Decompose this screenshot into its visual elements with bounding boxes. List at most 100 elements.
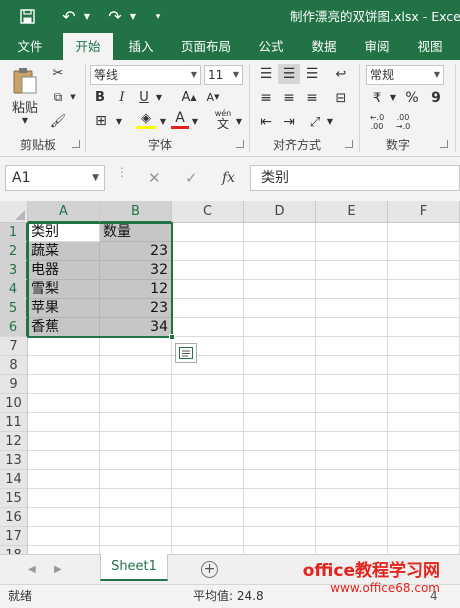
fill-handle[interactable] [169, 334, 175, 340]
decrease-decimal-button[interactable]: .00 →.0 [392, 110, 414, 134]
cell-e13[interactable] [316, 451, 388, 470]
row-header-13[interactable]: 13 [0, 451, 28, 470]
row-header-8[interactable]: 8 [0, 356, 28, 375]
font-launcher-icon[interactable] [236, 140, 244, 148]
cell-d5[interactable] [244, 299, 316, 318]
cell-b18[interactable] [100, 546, 172, 554]
cell-a15[interactable] [28, 489, 100, 508]
enter-icon[interactable]: ✓ [185, 165, 198, 191]
copy-icon[interactable]: ⧉ [48, 88, 68, 106]
cell-a7[interactable] [28, 337, 100, 356]
row-header-3[interactable]: 3 [0, 261, 28, 280]
cell-a14[interactable] [28, 470, 100, 489]
cell-d1[interactable] [244, 223, 316, 242]
cell-c6[interactable] [172, 318, 244, 337]
cell-b4[interactable]: 12 [100, 280, 172, 299]
cell-d13[interactable] [244, 451, 316, 470]
cell-b1[interactable]: 数量 [100, 223, 172, 242]
cell-a2[interactable]: 蔬菜 [28, 242, 100, 261]
cell-e5[interactable] [316, 299, 388, 318]
cell-a8[interactable] [28, 356, 100, 375]
cell-f11[interactable] [388, 413, 460, 432]
alignment-launcher-icon[interactable] [345, 140, 353, 148]
column-header-d[interactable]: D [244, 201, 316, 223]
row-header-6[interactable]: 6 [0, 318, 28, 337]
cell-f6[interactable] [388, 318, 460, 337]
row-header-11[interactable]: 11 [0, 413, 28, 432]
redo-icon[interactable]: ↷ [104, 0, 126, 33]
tab-file[interactable]: 文件 [6, 33, 54, 60]
cell-a10[interactable] [28, 394, 100, 413]
row-header-17[interactable]: 17 [0, 527, 28, 546]
cell-e4[interactable] [316, 280, 388, 299]
cell-e14[interactable] [316, 470, 388, 489]
row-header-16[interactable]: 16 [0, 508, 28, 527]
column-header-a[interactable]: A [28, 201, 100, 223]
accounting-dropdown-icon[interactable]: ▼ [388, 91, 398, 103]
cell-d12[interactable] [244, 432, 316, 451]
cell-d18[interactable] [244, 546, 316, 554]
cell-f17[interactable] [388, 527, 460, 546]
select-all-button[interactable] [0, 201, 28, 223]
cell-e3[interactable] [316, 261, 388, 280]
column-header-e[interactable]: E [316, 201, 388, 223]
cell-d4[interactable] [244, 280, 316, 299]
tab-review[interactable]: 审阅 [356, 33, 398, 60]
number-launcher-icon[interactable] [440, 140, 448, 148]
cell-f14[interactable] [388, 470, 460, 489]
borders-icon[interactable]: ⊞ [92, 112, 110, 130]
cell-f12[interactable] [388, 432, 460, 451]
cell-f7[interactable] [388, 337, 460, 356]
tab-page-layout[interactable]: 页面布局 [175, 33, 237, 60]
underline-button[interactable]: U [136, 88, 152, 106]
cell-d7[interactable] [244, 337, 316, 356]
cell-b12[interactable] [100, 432, 172, 451]
cell-e18[interactable] [316, 546, 388, 554]
column-header-c[interactable]: C [172, 201, 244, 223]
bold-button[interactable]: B [92, 88, 108, 106]
cell-b16[interactable] [100, 508, 172, 527]
copy-dropdown-icon[interactable]: ▼ [68, 90, 78, 104]
italic-button[interactable]: I [114, 88, 130, 106]
cell-e17[interactable] [316, 527, 388, 546]
cell-a9[interactable] [28, 375, 100, 394]
cell-a16[interactable] [28, 508, 100, 527]
cell-b9[interactable] [100, 375, 172, 394]
paste-label[interactable]: 粘贴 [8, 98, 42, 116]
row-header-4[interactable]: 4 [0, 280, 28, 299]
cell-e10[interactable] [316, 394, 388, 413]
cell-f2[interactable] [388, 242, 460, 261]
cell-e16[interactable] [316, 508, 388, 527]
cell-e11[interactable] [316, 413, 388, 432]
cell-d14[interactable] [244, 470, 316, 489]
sheet-next-icon[interactable]: ▶ [54, 555, 62, 585]
orientation-dropdown-icon[interactable]: ▼ [325, 115, 335, 127]
sheet-prev-icon[interactable]: ◀ [28, 555, 36, 585]
cell-c12[interactable] [172, 432, 244, 451]
underline-dropdown-icon[interactable]: ▼ [154, 91, 164, 103]
format-painter-icon[interactable]: 🖌 [48, 112, 68, 130]
cell-e7[interactable] [316, 337, 388, 356]
font-name-combo[interactable]: 等线 ▼ [90, 65, 201, 85]
cell-b2[interactable]: 23 [100, 242, 172, 261]
cell-e12[interactable] [316, 432, 388, 451]
cell-c10[interactable] [172, 394, 244, 413]
cell-c9[interactable] [172, 375, 244, 394]
cell-f18[interactable] [388, 546, 460, 554]
row-header-1[interactable]: 1 [0, 223, 28, 242]
cell-f5[interactable] [388, 299, 460, 318]
fill-color-dropdown-icon[interactable]: ▼ [158, 115, 168, 127]
row-header-12[interactable]: 12 [0, 432, 28, 451]
cell-b7[interactable] [100, 337, 172, 356]
cell-e1[interactable] [316, 223, 388, 242]
align-left-icon[interactable]: ≡ [255, 88, 277, 108]
merge-center-icon[interactable]: ⊟ [330, 88, 352, 108]
cell-c1[interactable] [172, 223, 244, 242]
row-header-2[interactable]: 2 [0, 242, 28, 261]
cell-c11[interactable] [172, 413, 244, 432]
fill-color-icon[interactable]: ◈ [136, 110, 156, 126]
tab-insert[interactable]: 插入 [120, 33, 162, 60]
align-middle-icon[interactable]: ☰ [278, 64, 300, 84]
name-box[interactable]: A1 ▼ [5, 165, 105, 191]
row-header-14[interactable]: 14 [0, 470, 28, 489]
